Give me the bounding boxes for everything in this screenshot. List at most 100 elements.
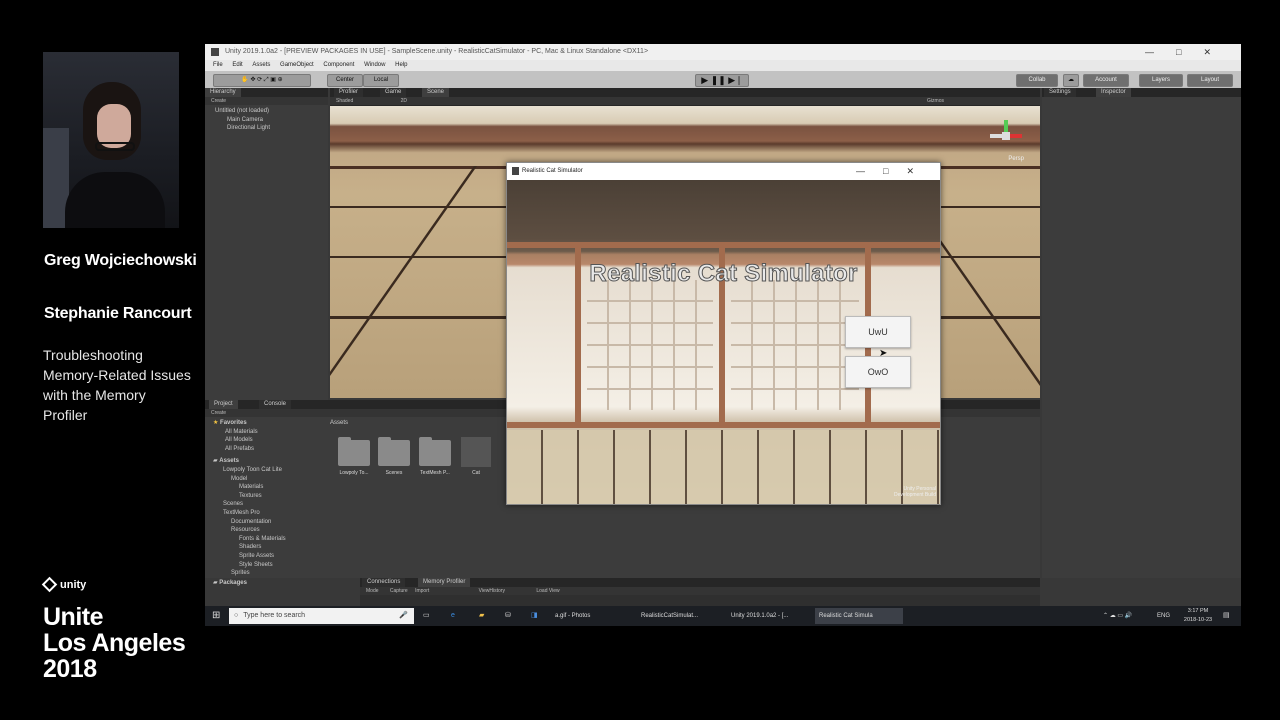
playback-controls[interactable]: ▶ ❚❚ ▶❘ (695, 74, 749, 87)
scene-panel-header: Profiler Game Scene Shaded 2D Gizmos (330, 88, 1040, 106)
tree-item[interactable]: Sprite Assets (213, 552, 323, 561)
favorite-all-materials[interactable]: All Materials (213, 428, 323, 437)
task-view-icon[interactable]: ▭ (423, 606, 430, 626)
menu-component[interactable]: Component (323, 62, 354, 68)
tree-item[interactable]: Model (213, 475, 323, 484)
tab-console[interactable]: Console (259, 400, 292, 409)
account-dropdown[interactable]: Account (1083, 74, 1129, 87)
hierarchy-item-directional-light[interactable]: Directional Light (215, 124, 270, 133)
taskbar-app-game[interactable]: Realistic Cat Simula (815, 608, 903, 624)
memory-loadview-button[interactable]: Load View (536, 588, 559, 594)
packages-root[interactable]: ▰ Packages (213, 579, 323, 588)
memory-viewhistory-button[interactable]: ViewHistory (479, 588, 505, 594)
store-icon[interactable]: ⛁ (505, 606, 511, 626)
event-title: Unite Los Angeles 2018 (43, 603, 186, 682)
system-tray-icons[interactable]: ⌃ ☁ ▭ 🔊 (1103, 606, 1132, 626)
taskbar-app-visual-studio[interactable]: RealisticCatSimulat... (637, 608, 725, 624)
tree-item[interactable]: Style Sheets (213, 561, 323, 570)
game-window-controls[interactable]: —□✕ (856, 163, 932, 180)
microphone-icon[interactable]: 🎤 (399, 608, 408, 624)
favorites-label[interactable]: ★ Favorites (213, 419, 323, 428)
collab-dropdown[interactable]: Collab (1016, 74, 1058, 87)
menu-help[interactable]: Help (395, 62, 407, 68)
file-explorer-icon[interactable]: ▰ (479, 606, 484, 626)
tab-settings[interactable]: Settings (1044, 88, 1076, 97)
tree-item[interactable]: Scenes (213, 500, 323, 509)
menu-assets[interactable]: Assets (252, 62, 270, 68)
asset-folder-lowpoly[interactable] (338, 437, 370, 466)
gizmos-dropdown[interactable]: Gizmos (927, 97, 944, 105)
layout-dropdown[interactable]: Layout (1187, 74, 1233, 87)
taskbar-app-unity[interactable]: Unity 2019.1.0a2 - [... (727, 608, 815, 624)
memory-import-button[interactable]: Import (415, 588, 429, 594)
edge-icon[interactable]: e (451, 606, 455, 626)
tree-item[interactable]: Resources (213, 526, 323, 535)
menu-file[interactable]: File (213, 62, 223, 68)
event-line-2: Los Angeles (43, 629, 186, 657)
notification-icon[interactable]: ▤ (1223, 606, 1230, 626)
asset-folder-scenes[interactable] (378, 437, 410, 466)
scene-gizmo[interactable] (986, 116, 1026, 156)
tab-scene[interactable]: Scene (422, 88, 450, 97)
hierarchy-create-button[interactable]: Create (211, 98, 226, 104)
favorite-all-models[interactable]: All Models (213, 436, 323, 445)
memory-mode-dropdown[interactable]: Mode (366, 588, 379, 594)
layers-dropdown[interactable]: Layers (1139, 74, 1183, 87)
menu-edit[interactable]: Edit (232, 62, 242, 68)
tree-item[interactable]: Shaders (213, 543, 323, 552)
tab-hierarchy[interactable]: Hierarchy (205, 88, 241, 97)
tab-inspector[interactable]: Inspector (1096, 88, 1131, 97)
search-icon: ○ (234, 612, 239, 619)
asset-cat-prefab[interactable] (461, 437, 491, 467)
tree-item[interactable]: Materials (213, 483, 323, 492)
tab-memory-profiler[interactable]: Memory Profiler (418, 578, 471, 587)
unity-app-icon (512, 167, 519, 175)
project-create-button[interactable]: Create (211, 410, 226, 416)
memory-capture-button[interactable]: Capture (390, 588, 408, 594)
talk-title: Troubleshooting Memory-Related Issues wi… (43, 347, 191, 423)
hierarchy-item-main-camera[interactable]: Main Camera (215, 116, 270, 125)
input-language[interactable]: ENG (1157, 606, 1170, 626)
menu-window[interactable]: Window (364, 62, 385, 68)
taskbar-search-box[interactable]: ○ Type here to search 🎤 (229, 608, 414, 624)
shading-mode-dropdown[interactable]: Shaded (336, 98, 353, 104)
tree-item[interactable]: Fonts & Materials (213, 535, 323, 544)
tab-game[interactable]: Game (380, 88, 407, 97)
tree-item[interactable]: Textures (213, 492, 323, 501)
cloud-icon[interactable]: ☁ (1063, 74, 1079, 87)
event-line-1: Unite (43, 603, 104, 631)
menu-gameobject[interactable]: GameObject (280, 62, 314, 68)
tree-item[interactable]: Documentation (213, 518, 323, 527)
visual-studio-code-icon[interactable]: ◨ (531, 606, 538, 626)
game-viewport[interactable]: Realistic Cat Simulator UwU OwO ➤ Unity … (507, 180, 940, 504)
uwu-button[interactable]: UwU (845, 316, 911, 348)
assets-root[interactable]: ▰ Assets (213, 457, 323, 466)
pivot-toggle[interactable]: Center (327, 74, 363, 87)
memory-profiler-panel: Connections Memory Profiler Mode Capture… (360, 578, 1040, 606)
tree-item[interactable]: Sprites (213, 569, 323, 578)
windows-start-icon[interactable]: ⊞ (212, 606, 220, 626)
asset-folder-textmesh[interactable] (419, 437, 451, 466)
favorite-all-prefabs[interactable]: All Prefabs (213, 445, 323, 454)
game-window-title: Realistic Cat Simulator (522, 168, 583, 174)
tab-profiler[interactable]: Profiler (334, 88, 364, 97)
tree-item[interactable]: Lowpoly Toon Cat Lite (213, 466, 323, 475)
editor-toolbar: ✋ ✥ ⟳ ⤢ ▣ ⊕ Center Local ▶ ❚❚ ▶❘ Collab … (205, 71, 1241, 88)
project-breadcrumb[interactable]: Assets (330, 420, 348, 426)
tab-connections[interactable]: Connections (362, 578, 406, 587)
toggle-2d[interactable]: 2D (401, 98, 407, 104)
tree-item[interactable]: TextMesh Pro (213, 509, 323, 518)
owo-button[interactable]: OwO (845, 356, 911, 388)
tab-project[interactable]: Project (209, 400, 238, 409)
unity-logo-text: unity (60, 579, 87, 591)
taskbar-clock[interactable]: 3:17 PM 2018-10-23 (1178, 607, 1218, 626)
transform-tools[interactable]: ✋ ✥ ⟳ ⤢ ▣ ⊕ (213, 74, 311, 87)
star-icon: ★ (213, 420, 221, 426)
window-controls[interactable]: —□✕ (1145, 44, 1233, 60)
asset-label-cat: Cat (472, 470, 480, 476)
unity-editor-window: Unity 2019.1.0a2 - [PREVIEW PACKAGES IN … (205, 44, 1241, 626)
space-toggle[interactable]: Local (363, 74, 399, 87)
hierarchy-item-scene[interactable]: Untitled (not loaded) (215, 107, 270, 116)
taskbar-app-photos[interactable]: a.gif - Photos (551, 608, 635, 624)
game-window: Realistic Cat Simulator —□✕ Realistic Ca… (506, 162, 941, 505)
